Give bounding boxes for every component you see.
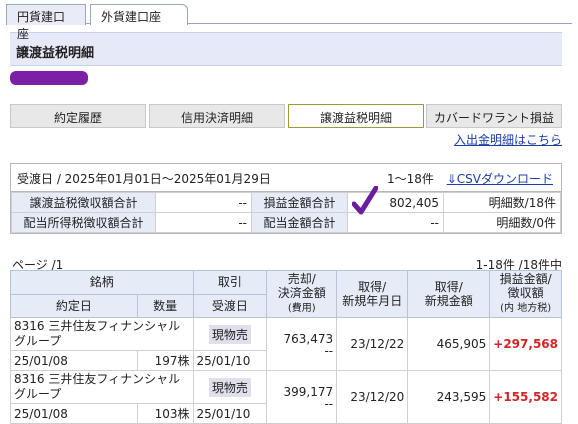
- col-acq-amount: 取得/ 新規金額: [407, 270, 491, 318]
- col-acq-date: 取得/ 新規年月日: [336, 270, 409, 318]
- col-contract-date: 約定日: [10, 293, 138, 318]
- contract-date: 25/01/08: [10, 403, 138, 424]
- csv-download-link[interactable]: ⇓CSVダウンロード: [447, 170, 553, 187]
- delivery-date: 25/01/10: [192, 350, 268, 371]
- quantity: 197株: [136, 350, 194, 371]
- acq-date: 23/12/20: [336, 370, 409, 424]
- checkmark-icon: [352, 186, 378, 215]
- deposit-link[interactable]: 入出金明細はこちら: [454, 131, 562, 148]
- nav-trade-history[interactable]: 約定履歴: [10, 104, 146, 128]
- col-sell-amount: 売却/ 決済金額 (費用): [266, 270, 338, 318]
- col-profit-loss: 損益金額/ 徴収額 (内 地方税): [489, 270, 562, 318]
- summary-label: 譲渡益税徴収額合計: [11, 192, 156, 213]
- summary-header: 受渡日 / 2025年01月01日〜2025年01月29日 1〜18件 ⇓CSV…: [11, 164, 561, 192]
- acq-amount: 243,595: [407, 370, 491, 424]
- summary-box: 受渡日 / 2025年01月01日〜2025年01月29日 1〜18件 ⇓CSV…: [10, 163, 562, 234]
- summary-count: 明細数/0件: [443, 212, 561, 233]
- summary-table: 譲渡益税徴収額合計 -- 損益金額合計 802,405 明細数/18件 配当所得…: [11, 192, 561, 233]
- col-stock: 銘柄: [10, 270, 194, 295]
- sub-nav: 約定履歴 信用決済明細 譲渡益税明細 カバードワラント損益: [10, 104, 562, 128]
- summary-count: 明細数/18件: [443, 192, 561, 213]
- profit-loss: +297,568: [489, 317, 562, 371]
- tab-foreign-account[interactable]: 外貨建口座: [90, 4, 188, 25]
- profit-loss: +155,582: [489, 370, 562, 424]
- nav-margin-settlement[interactable]: 信用決済明細: [149, 104, 285, 128]
- download-icon: ⇓: [446, 172, 457, 186]
- col-trade: 取引: [192, 270, 268, 295]
- summary-row: 譲渡益税徴収額合計 -- 損益金額合計 802,405 明細数/18件: [11, 192, 561, 213]
- summary-value: --: [155, 192, 252, 213]
- tab-yen-account[interactable]: 円貨建口座: [6, 4, 86, 41]
- summary-row: 配当所得税徴収額合計 -- 配当金額合計 -- 明細数/0件: [11, 212, 561, 233]
- detail-table: 銘柄 取引 売却/ 決済金額 (費用) 取得/ 新規年月日 取得/ 新規金額 損…: [10, 270, 562, 424]
- account-tabs: 円貨建口座 外貨建口座: [6, 0, 572, 41]
- nav-covered-warrant[interactable]: カバードワラント損益: [426, 104, 562, 128]
- result-count: 1〜18件: [387, 172, 434, 186]
- summary-label: 配当所得税徴収額合計: [11, 212, 156, 233]
- trade-type-badge: 現物売: [208, 377, 251, 397]
- date-range: 受渡日 / 2025年01月01日〜2025年01月29日: [17, 172, 271, 186]
- summary-label: 損益金額合計: [251, 192, 348, 213]
- table-row: 8316 三井住友フィナンシャルグループ 現物売 399,177 -- 23/1…: [10, 370, 562, 424]
- contract-date: 25/01/08: [10, 350, 138, 371]
- page-title: 譲渡益税明細: [10, 32, 562, 66]
- summary-label: 配当金額合計: [251, 212, 348, 233]
- sell-amount-cell: 399,177 --: [266, 370, 338, 424]
- stock-name: 8316 三井住友フィナンシャルグループ: [10, 370, 194, 404]
- table-row: 8316 三井住友フィナンシャルグループ 現物売 763,473 -- 23/1…: [10, 317, 562, 371]
- fee-amount: --: [324, 344, 334, 358]
- summary-value: --: [155, 212, 252, 233]
- col-delivery-date: 受渡日: [192, 293, 268, 318]
- stock-name: 8316 三井住友フィナンシャルグループ: [10, 317, 194, 351]
- fee-amount: --: [324, 397, 334, 411]
- delivery-date: 25/01/10: [192, 403, 268, 424]
- nav-transfer-tax[interactable]: 譲渡益税明細: [288, 104, 424, 128]
- quantity: 103株: [136, 403, 194, 424]
- col-quantity: 数量: [136, 293, 194, 318]
- acq-amount: 465,905: [407, 317, 491, 371]
- sell-amount-cell: 763,473 --: [266, 317, 338, 371]
- acq-date: 23/12/22: [336, 317, 409, 371]
- redaction-bar: [10, 71, 88, 85]
- trade-type-badge: 現物売: [208, 324, 251, 344]
